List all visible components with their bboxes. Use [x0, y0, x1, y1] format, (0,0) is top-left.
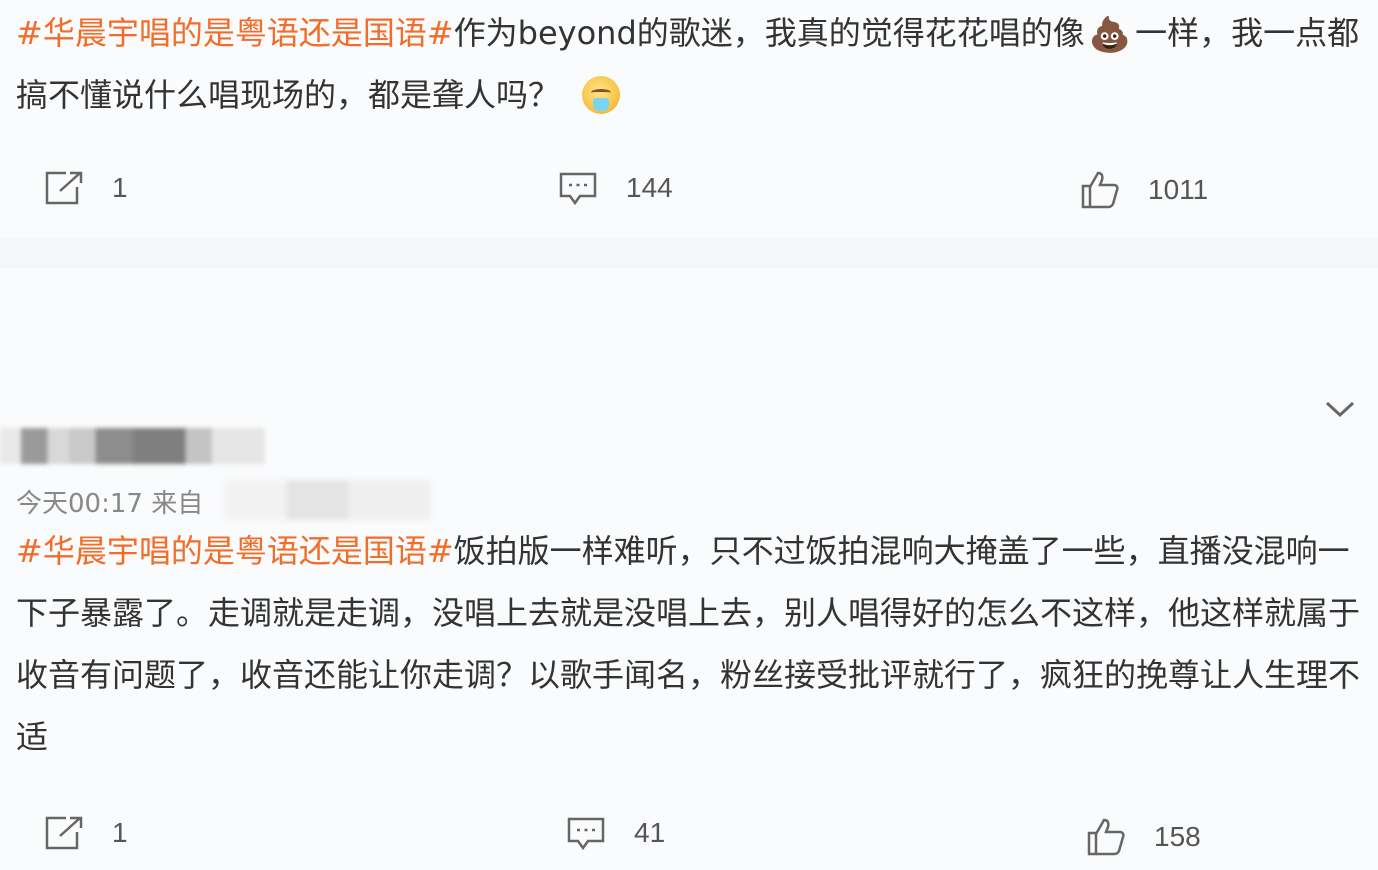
- thumbs-up-icon: [1087, 818, 1125, 856]
- post-timestamp: 今天00:17 来自: [16, 489, 204, 519]
- grinning-sweat-face-icon: [582, 76, 621, 114]
- repost-count: 1: [112, 172, 128, 203]
- comment-icon: [559, 172, 597, 206]
- thumbs-up-icon: [1081, 171, 1119, 209]
- blurred-source: [225, 480, 430, 520]
- action-bar: 1 144 1011: [0, 158, 1378, 218]
- comment-text: #华晨宇唱的是粤语还是国语#饭拍版一样难听，只不过饭拍混响大掩盖了一些，直播没混…: [16, 520, 1361, 768]
- hashtag-link[interactable]: #华晨宇唱的是粤语还是国语#: [16, 532, 454, 570]
- comment-card: 今天00:17 来自 #华晨宇唱的是粤语还是国语#饭拍版一样难听，只不过饭拍混响…: [0, 268, 1378, 870]
- like-button[interactable]: 1011: [1080, 170, 1208, 210]
- comment-body-part-a: 作为beyond的歌迷，我真的觉得花花唱的像: [453, 14, 1085, 52]
- like-count: 158: [1154, 821, 1201, 852]
- repost-icon: [45, 816, 83, 850]
- comment-button[interactable]: 144: [558, 170, 673, 206]
- comment-card: #华晨宇唱的是粤语还是国语#作为beyond的歌迷，我真的觉得花花唱的像 💩 一样，…: [0, 0, 1378, 238]
- expand-button[interactable]: [1324, 398, 1356, 424]
- hashtag-link[interactable]: #华晨宇唱的是粤语还是国语#: [16, 14, 454, 52]
- comment-text: #华晨宇唱的是粤语还是国语#作为beyond的歌迷，我真的觉得花花唱的像 💩 一样，…: [16, 2, 1361, 126]
- comment-count: 41: [634, 817, 666, 848]
- repost-button[interactable]: 1: [44, 815, 128, 851]
- repost-count: 1: [112, 817, 128, 848]
- like-count: 1011: [1148, 174, 1209, 205]
- action-bar: 1 41 158: [0, 803, 1378, 863]
- blurred-username: [0, 428, 265, 464]
- comment-count: 144: [626, 172, 673, 203]
- repost-button[interactable]: 1: [44, 170, 128, 206]
- comment-button[interactable]: 41: [566, 815, 665, 851]
- repost-icon: [45, 171, 83, 205]
- poop-emoji-icon: 💩: [1088, 15, 1132, 55]
- comment-icon: [567, 817, 605, 851]
- like-button[interactable]: 158: [1086, 817, 1201, 857]
- chevron-down-icon: [1325, 401, 1355, 418]
